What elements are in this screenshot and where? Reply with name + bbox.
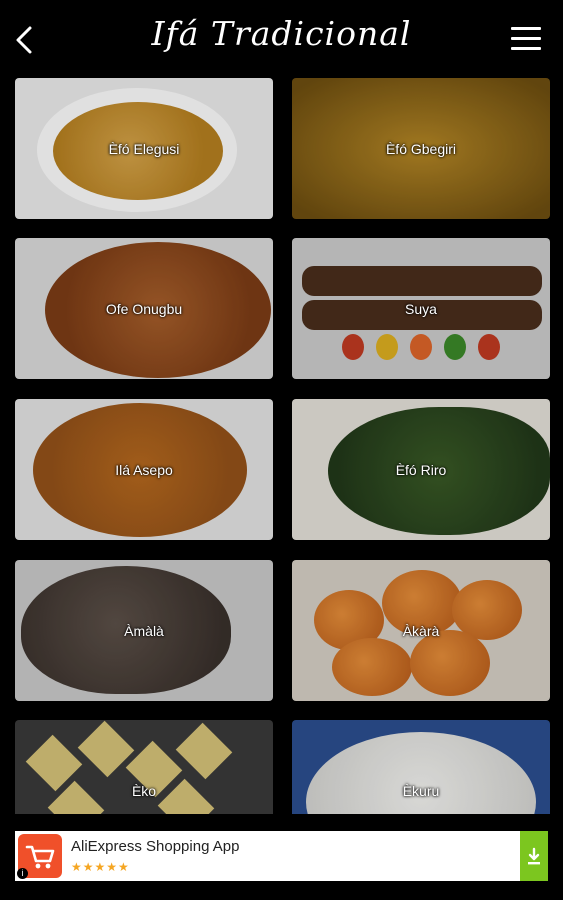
ad-rating-stars: ★★★★★ — [71, 860, 130, 874]
app-title: Ifá Tradicional — [151, 14, 412, 53]
dish-tile[interactable]: Àmàlà — [15, 560, 273, 701]
dish-label: Suya — [405, 300, 437, 317]
dish-grid: Èfó Elegusi Èfó Gbegiri Ofe Onugbu Suya … — [0, 78, 563, 814]
dish-label: Ilá Asepo — [115, 461, 173, 478]
download-icon — [528, 847, 540, 865]
info-icon[interactable]: i — [17, 868, 28, 879]
dish-tile[interactable]: Èfó Riro — [292, 399, 550, 540]
dish-tile[interactable]: Ilá Asepo — [15, 399, 273, 540]
dish-label: Èfó Riro — [395, 461, 447, 478]
dish-label: Ofe Onugbu — [105, 300, 183, 317]
menu-button[interactable] — [511, 27, 541, 53]
dish-tile[interactable]: Àkàrà — [292, 560, 550, 701]
dish-label: Àmàlà — [124, 622, 164, 639]
dish-tile[interactable]: Èko — [15, 720, 273, 814]
dish-label: Èko — [131, 782, 157, 799]
dish-tile[interactable]: Suya — [292, 238, 550, 379]
dish-label: Èkuru — [402, 782, 440, 799]
dish-tile[interactable]: Ofe Onugbu — [15, 238, 273, 379]
dish-tile[interactable]: Èfó Gbegiri — [292, 78, 550, 219]
dish-label: Èfó Gbegiri — [385, 140, 457, 157]
dish-label: Èfó Elegusi — [108, 140, 180, 157]
top-app-bar: Ifá Tradicional — [0, 0, 563, 78]
hamburger-menu-icon — [511, 27, 541, 50]
dish-label: Àkàrà — [402, 622, 440, 639]
dish-tile[interactable]: Èfó Elegusi — [15, 78, 273, 219]
ad-title: AliExpress Shopping App — [71, 838, 240, 855]
ad-banner[interactable]: AliExpress Shopping App ★★★★★ i — [15, 831, 548, 881]
ad-download-button[interactable] — [520, 831, 548, 881]
dish-tile[interactable]: Èkuru — [292, 720, 550, 814]
